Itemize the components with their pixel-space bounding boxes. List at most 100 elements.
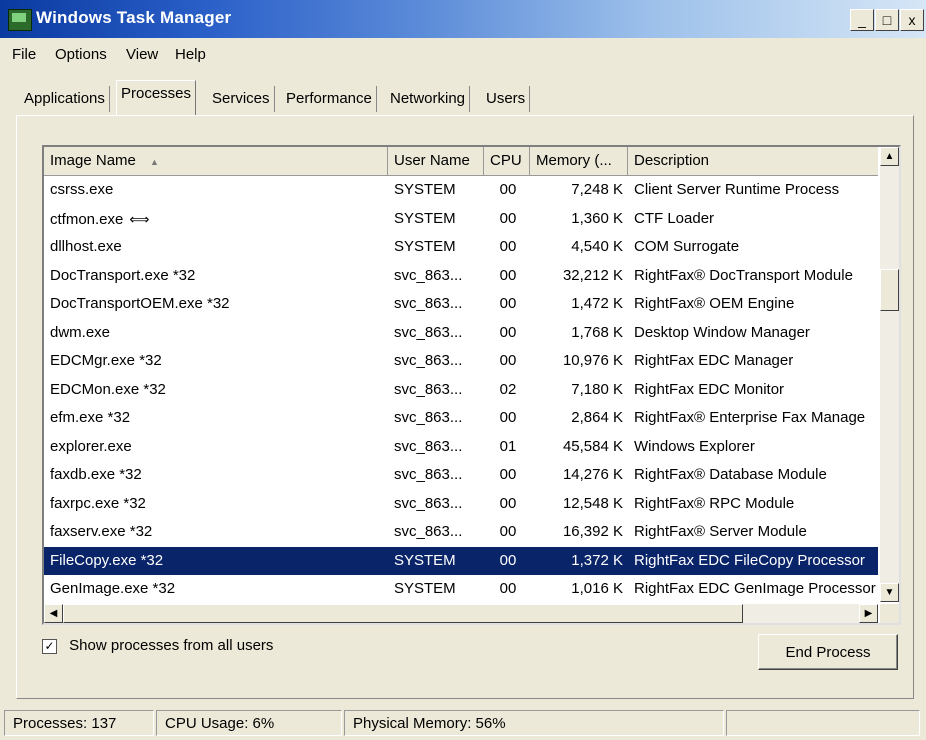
process-memory: 2,864 K [571, 409, 623, 426]
table-row[interactable]: dwm.exe svc_863... 00 1,768 K Desktop Window… [44, 319, 878, 348]
table-row[interactable]: faxserv.exe *32 svc_863... 00 16,392 K Right… [44, 518, 878, 547]
tab-services[interactable]: Services [208, 86, 275, 112]
process-memory: 14,276 K [562, 466, 623, 483]
process-description: RightFax EDC Manager [634, 352, 794, 369]
scroll-left-icon[interactable]: ◀ [44, 604, 63, 623]
tab-performance[interactable]: Performance [282, 86, 377, 112]
menu-view[interactable]: View [126, 46, 158, 63]
process-image-name: EDCMon.exe *32 [50, 380, 166, 398]
table-row[interactable]: EDCMgr.exe *32 svc_863... 00 10,976 K RightF… [44, 347, 878, 376]
table-row[interactable]: GenImage.exe *32 SYSTEM 00 1,016 K RightFax … [44, 575, 878, 604]
column-image-name[interactable]: Image Name ▲ [44, 147, 388, 175]
table-row[interactable]: ctfmon.exe ⟺ SYSTEM 00 1,360 K CTF Loader [44, 205, 878, 234]
process-image-name: FileCopy.exe *32 [50, 551, 164, 569]
table-row[interactable]: FileCopy.exe *32 SYSTEM 00 1,372 K RightFax … [44, 546, 878, 575]
process-cpu: 00 [499, 523, 517, 540]
menu-help[interactable]: Help [175, 46, 206, 63]
process-image-name: GenImage.exe *32 [50, 580, 176, 597]
table-row[interactable]: DocTransportOEM.exe *32 svc_863... 00 1,472… [44, 290, 878, 319]
horizontal-scroll-thumb[interactable] [63, 604, 743, 623]
table-row[interactable]: DocTransport.exe *32 svc_863... 00 32,212 K… [44, 262, 878, 291]
column-user-name[interactable]: User Name [388, 147, 484, 175]
process-description: RightFax EDC Monitor [634, 380, 785, 398]
table-row[interactable]: faxrpc.exe *32 svc_863... 00 12,548 K RightF… [44, 490, 878, 519]
process-image-name: ctfmon.exe ⟺ [50, 205, 380, 234]
close-button[interactable]: x [900, 9, 924, 31]
table-row[interactable]: efm.exe *32 svc_863... 00 2,864 K RightFax® … [44, 404, 878, 433]
minimize-button[interactable]: _ [850, 9, 874, 31]
vertical-scrollbar[interactable]: ▲ ▼ [880, 147, 899, 602]
process-image-name: efm.exe *32 [50, 409, 131, 426]
process-image-name: DocTransportOEM.exe *32 [50, 295, 230, 312]
process-description: RightFax® DocTransport Module [634, 266, 853, 284]
maximize-button[interactable]: □ [875, 9, 899, 31]
process-description: CTF Loader [634, 209, 715, 227]
process-cpu: 00 [499, 323, 517, 341]
process-memory: 7,180 K [571, 380, 623, 398]
process-list[interactable]: Image Name ▲ User Name CPU Memory (... D… [42, 145, 901, 625]
process-memory: 45,584 K [562, 437, 623, 455]
process-cpu: 00 [499, 238, 517, 255]
column-description[interactable]: Description [628, 147, 878, 175]
process-cpu: 01 [499, 437, 517, 455]
process-image-name: DocTransport.exe *32 [50, 266, 196, 284]
tab-processes[interactable]: Processes [116, 80, 197, 115]
window-title: Windows Task Manager [36, 8, 232, 27]
show-all-users-option[interactable]: ✓ Show processes from all users [42, 637, 273, 654]
process-image-name: faxserv.exe *32 [50, 523, 153, 540]
process-description: Desktop Window Manager [634, 323, 810, 341]
column-cpu[interactable]: CPU [484, 147, 530, 175]
end-process-button[interactable]: End Process [758, 634, 898, 670]
process-user-name: SYSTEM [394, 551, 456, 569]
table-row[interactable]: dllhost.exe SYSTEM 00 4,540 K COM Surrogate [44, 233, 878, 262]
process-image-name: dwm.exe [50, 323, 111, 341]
process-user-name: svc_863... [394, 380, 463, 398]
process-user-name: svc_863... [394, 323, 463, 341]
horizontal-scrollbar[interactable]: ◀ ▶ [44, 604, 878, 623]
process-memory: 1,016 K [571, 580, 623, 597]
show-all-users-checkbox[interactable]: ✓ [42, 638, 57, 654]
process-memory: 1,360 K [571, 209, 623, 227]
process-memory: 10,976 K [562, 352, 623, 369]
process-cpu: 02 [499, 380, 517, 398]
process-cpu: 00 [499, 209, 517, 227]
process-memory: 1,768 K [571, 323, 623, 341]
title-bar[interactable]: Windows Task Manager _ □ x [0, 0, 926, 38]
menu-options[interactable]: Options [55, 46, 107, 63]
list-header: Image Name ▲ User Name CPU Memory (... D… [44, 147, 878, 176]
process-description: RightFax EDC GenImage Processor [634, 580, 876, 597]
scroll-up-icon[interactable]: ▲ [880, 147, 899, 166]
scroll-down-icon[interactable]: ▼ [880, 583, 899, 602]
table-row[interactable]: EDCMon.exe *32 svc_863... 02 7,180 K RightFa… [44, 376, 878, 405]
process-cpu: 00 [499, 580, 517, 597]
process-user-name: SYSTEM [394, 238, 456, 255]
process-memory: 32,212 K [562, 266, 623, 284]
process-description: Windows Explorer [634, 437, 755, 455]
resize-cursor-icon: ⟺ [129, 210, 150, 227]
process-memory: 1,472 K [571, 295, 623, 312]
menu-bar: File Options View Help [0, 38, 926, 72]
column-memory[interactable]: Memory (... [530, 147, 628, 175]
table-row[interactable]: faxdb.exe *32 svc_863... 00 14,276 K RightFa… [44, 461, 878, 490]
process-image-name: EDCMgr.exe *32 [50, 352, 162, 369]
process-image-name: faxdb.exe *32 [50, 466, 142, 483]
show-all-users-label: Show processes from all users [69, 637, 274, 654]
tab-networking[interactable]: Networking [386, 86, 471, 112]
process-image-name: dllhost.exe [50, 238, 122, 255]
tab-users[interactable]: Users [482, 86, 531, 112]
menu-file[interactable]: File [12, 46, 36, 63]
process-user-name: svc_863... [394, 295, 463, 312]
process-user-name: svc_863... [394, 466, 463, 483]
process-description: Client Server Runtime Process [634, 181, 840, 198]
process-cpu: 00 [499, 352, 517, 369]
scroll-right-icon[interactable]: ▶ [859, 604, 878, 623]
process-description: RightFax EDC FileCopy Processor [634, 551, 865, 569]
vertical-scroll-thumb[interactable] [880, 269, 899, 311]
process-memory: 7,248 K [571, 181, 623, 198]
table-row[interactable]: csrss.exe SYSTEM 00 7,248 K Client Server Ru… [44, 176, 878, 205]
table-row[interactable]: explorer.exe svc_863... 01 45,584 K Windows … [44, 433, 878, 462]
tab-applications[interactable]: Applications [20, 86, 110, 112]
process-description: RightFax® Database Module [634, 466, 827, 483]
process-memory: 4,540 K [571, 238, 623, 255]
status-processes: Processes: 137 [4, 710, 154, 736]
